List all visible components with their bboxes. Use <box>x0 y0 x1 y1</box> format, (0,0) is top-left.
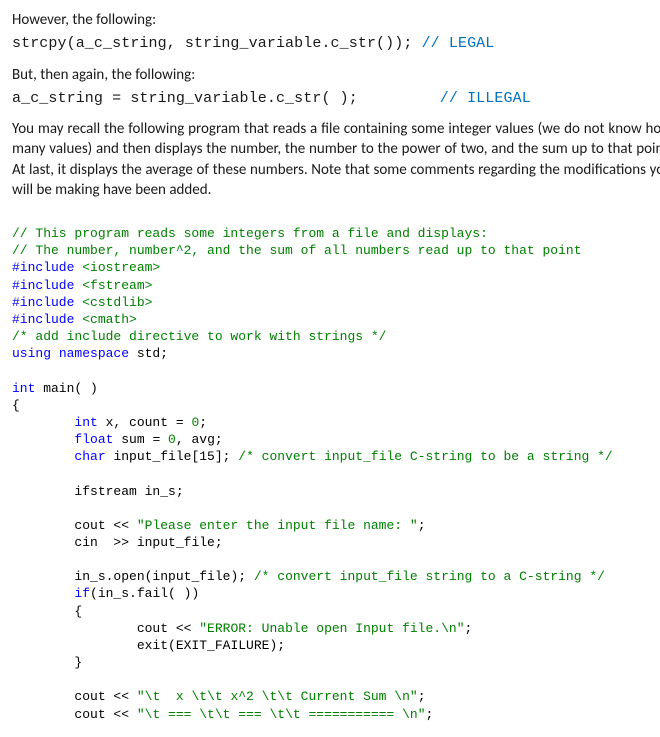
code-kw-namespace: namespace <box>51 346 129 361</box>
code-indent <box>12 586 74 601</box>
code-include: #include <box>12 295 74 310</box>
code-comment-legal: // LEGAL <box>422 35 495 52</box>
code-kw-if: if <box>74 586 90 601</box>
code-text: main( ) <box>35 381 97 396</box>
code-num: 0 <box>168 432 176 447</box>
code-indent <box>12 707 74 722</box>
code-kw-int: int <box>12 381 35 396</box>
paragraph-intro-1: However, the following: <box>12 10 660 30</box>
code-comment: // The number, number^2, and the sum of … <box>12 243 582 258</box>
code-string: "Please enter the input file name: " <box>137 518 418 533</box>
source-code-block: // This program reads some integers from… <box>12 208 660 723</box>
code-gap <box>358 90 440 107</box>
code-string: "\t === \t\t === \t\t =========== \n" <box>137 707 426 722</box>
code-kw-int: int <box>74 415 97 430</box>
code-text: , avg; <box>176 432 223 447</box>
code-comment: // This program reads some integers from… <box>12 226 488 241</box>
code-indent <box>12 484 74 499</box>
code-text: ifstream in_s; <box>74 484 183 499</box>
code-text: cout << <box>74 707 136 722</box>
code-text: ; <box>465 621 473 636</box>
code-comment: /* convert input_file string to a C-stri… <box>254 569 605 584</box>
code-header: <iostream> <box>74 260 160 275</box>
code-header: <fstream> <box>74 278 152 293</box>
code-text: cin >> input_file; <box>74 535 222 550</box>
code-include: #include <box>12 312 74 327</box>
code-text: input_file[15]; <box>106 449 239 464</box>
code-indent <box>12 518 74 533</box>
code-indent <box>12 432 74 447</box>
code-brace: { <box>12 604 82 619</box>
code-kw-using: using <box>12 346 51 361</box>
code-indent <box>12 449 74 464</box>
code-brace: } <box>12 655 82 670</box>
code-indent <box>12 535 74 550</box>
code-kw-char: char <box>74 449 105 464</box>
code-text: cout << <box>74 689 136 704</box>
code-kw-float: float <box>74 432 113 447</box>
code-include: #include <box>12 260 74 275</box>
code-comment: /* add include directive to work with st… <box>12 329 386 344</box>
code-text: in_s.open(input_file); <box>74 569 253 584</box>
code-text: ; <box>418 689 426 704</box>
code-example-legal: strcpy(a_c_string, string_variable.c_str… <box>12 34 660 54</box>
code-text: ; <box>426 707 434 722</box>
code-indent <box>12 638 137 653</box>
code-text: exit(EXIT_FAILURE); <box>137 638 285 653</box>
code-text: ; <box>418 518 426 533</box>
code-indent <box>12 569 74 584</box>
code-indent <box>12 621 137 636</box>
code-text: sum = <box>113 432 168 447</box>
code-text: cout << <box>74 518 136 533</box>
code-text: x, count = <box>98 415 192 430</box>
code-header: <cmath> <box>74 312 136 327</box>
code-text: std; <box>129 346 168 361</box>
code-header: <cstdlib> <box>74 295 152 310</box>
code-string: "\t x \t\t x^2 \t\t Current Sum \n" <box>137 689 418 704</box>
code-comment: /* convert input_file C-string to be a s… <box>238 449 612 464</box>
code-brace: { <box>12 398 20 413</box>
paragraph-body: You may recall the following program tha… <box>12 119 660 200</box>
code-text: cout << <box>137 621 199 636</box>
code-include: #include <box>12 278 74 293</box>
code-text: a_c_string = string_variable.c_str( ); <box>12 90 358 107</box>
code-indent <box>12 689 74 704</box>
code-text: (in_s.fail( )) <box>90 586 199 601</box>
code-comment-illegal: // ILLEGAL <box>440 90 531 107</box>
code-indent <box>12 415 74 430</box>
code-text: ; <box>199 415 207 430</box>
code-example-illegal: a_c_string = string_variable.c_str( ); /… <box>12 89 660 109</box>
code-string: "ERROR: Unable open Input file.\n" <box>199 621 464 636</box>
code-text: strcpy(a_c_string, string_variable.c_str… <box>12 35 422 52</box>
paragraph-intro-2: But, then again, the following: <box>12 65 660 85</box>
